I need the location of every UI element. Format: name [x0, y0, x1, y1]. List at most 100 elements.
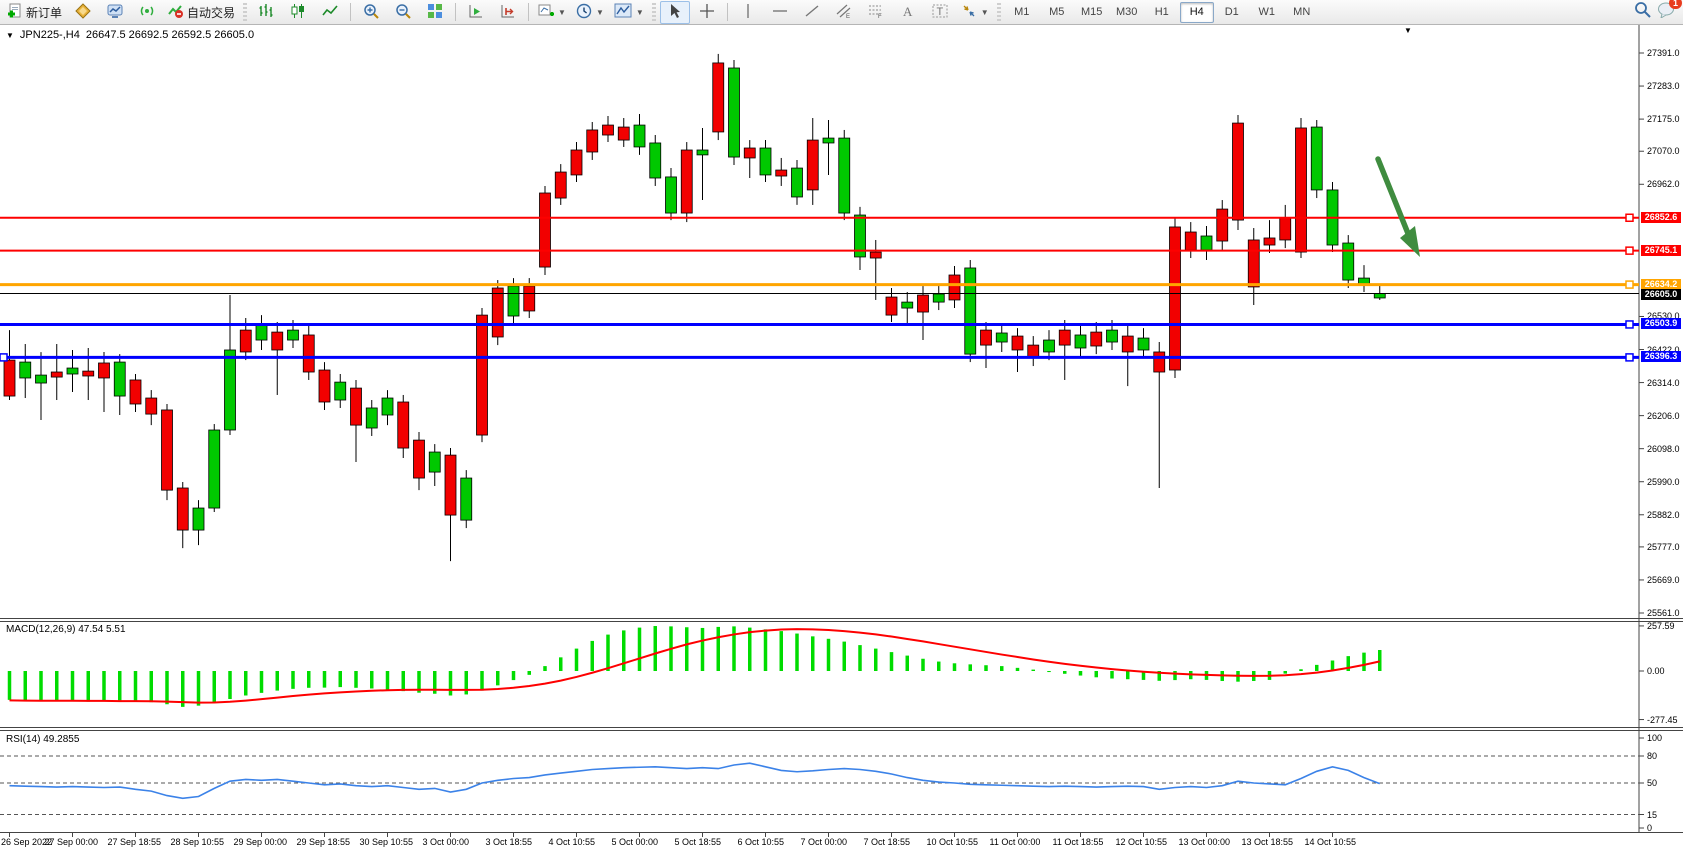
new-order-button[interactable]: 新订单	[3, 1, 66, 24]
timeframe-w1[interactable]: W1	[1250, 2, 1284, 23]
horizontal-line-tool[interactable]	[765, 1, 795, 24]
trendline-tool[interactable]	[797, 1, 827, 24]
tile-windows-icon	[427, 3, 443, 22]
candle-body	[1185, 232, 1196, 250]
periods-button[interactable]: ▼	[572, 1, 608, 24]
channel-icon: E	[836, 3, 852, 22]
candle-body	[1044, 340, 1055, 352]
tester-play-icon	[468, 3, 484, 22]
timeframe-h4[interactable]: H4	[1180, 2, 1214, 23]
collapse-ohlc-icon[interactable]: ▼	[6, 31, 14, 40]
market-watch-button[interactable]	[100, 1, 130, 24]
candle-body	[776, 170, 787, 176]
toolbar-separator	[727, 3, 728, 21]
candle-body	[1012, 336, 1023, 350]
dropdown-caret-icon[interactable]: ▼	[981, 8, 989, 17]
candle-body	[1075, 335, 1086, 348]
tile-windows-button[interactable]	[420, 1, 450, 24]
candle-body	[1059, 330, 1070, 345]
hline-handle[interactable]	[1626, 214, 1633, 221]
candle-body	[351, 388, 362, 425]
text-label-icon: T	[932, 3, 948, 22]
candle-body	[540, 193, 551, 267]
shapes-arrows-icon	[961, 3, 977, 22]
equidistant-channel-tool[interactable]: E	[829, 1, 859, 24]
annotation-arrowhead[interactable]	[1400, 226, 1420, 257]
candle-body	[1343, 243, 1354, 280]
crosshair-icon	[699, 3, 715, 22]
candle-body	[1296, 128, 1307, 252]
candle-body	[193, 508, 204, 530]
candle-body	[1374, 294, 1385, 298]
candle-body	[99, 363, 110, 378]
chart-title-row: ▼ JPN225-,H4 26647.5 26692.5 26592.5 266…	[6, 29, 254, 41]
timeframe-m15[interactable]: M15	[1075, 2, 1109, 23]
dropdown-caret-icon[interactable]: ▼	[636, 8, 644, 17]
timeframe-m30[interactable]: M30	[1110, 2, 1144, 23]
dropdown-caret-icon[interactable]: ▼	[596, 8, 604, 17]
annotation-arrow[interactable]	[1378, 159, 1409, 236]
fibonacci-tool[interactable]: F	[861, 1, 891, 24]
candle-body	[492, 288, 503, 337]
auto-trading-icon	[168, 3, 184, 22]
dropdown-caret-icon[interactable]: ▼	[558, 8, 566, 17]
new-chart-button[interactable]: ▼	[534, 1, 570, 24]
new-order-icon	[7, 3, 23, 22]
hline-handle[interactable]	[0, 354, 7, 361]
strategy-tester-button[interactable]	[461, 1, 491, 24]
candle-body	[949, 275, 960, 300]
cursor-button[interactable]	[660, 1, 690, 24]
chart-window: ▼ JPN225-,H4 26647.5 26692.5 26592.5 266…	[0, 25, 1683, 854]
candle-body	[146, 398, 157, 414]
search-icon[interactable]	[1634, 1, 1651, 23]
signals-button[interactable]	[132, 1, 162, 24]
candlestick-chart-button[interactable]	[283, 1, 313, 24]
zoom-out-button[interactable]	[388, 1, 418, 24]
candle-body	[508, 286, 519, 316]
text-tool[interactable]: A	[893, 1, 923, 24]
candle-body	[1217, 209, 1228, 241]
chart-shift-marker-icon[interactable]: ▼	[1404, 26, 1412, 35]
candle-body	[303, 335, 314, 372]
rsi-label-row: RSI(14) 49.2855	[6, 734, 79, 745]
timeframe-m1[interactable]: M1	[1005, 2, 1039, 23]
step-forward-button[interactable]	[493, 1, 523, 24]
auto-trading-button[interactable]: 自动交易	[164, 1, 239, 24]
candle-body	[713, 63, 724, 132]
svg-text:E: E	[846, 14, 850, 19]
candle-body	[1122, 336, 1133, 352]
candle-body	[760, 148, 771, 175]
chart-canvas[interactable]	[0, 25, 1683, 854]
timeframe-d1[interactable]: D1	[1215, 2, 1249, 23]
candle-body	[555, 172, 566, 198]
svg-text:A: A	[903, 4, 913, 18]
hline-handle[interactable]	[1626, 354, 1633, 361]
vertical-line-tool[interactable]	[733, 1, 763, 24]
rsi-label: RSI(14)	[6, 734, 40, 745]
timeframe-h1[interactable]: H1	[1145, 2, 1179, 23]
new-chart-icon	[538, 3, 554, 22]
candle-body	[681, 150, 692, 213]
arrows-tool[interactable]: ▼	[957, 1, 993, 24]
timeframe-mn[interactable]: MN	[1285, 2, 1319, 23]
candle-body	[918, 295, 929, 312]
zoom-in-button[interactable]	[356, 1, 386, 24]
notifications-button[interactable]: 1	[1657, 2, 1675, 23]
crosshair-button[interactable]	[692, 1, 722, 24]
candle-body	[603, 125, 614, 135]
candle-body	[744, 148, 755, 158]
depth-of-market-button[interactable]	[68, 1, 98, 24]
line-chart-button[interactable]	[315, 1, 345, 24]
candle-body	[130, 380, 141, 404]
candle-body	[51, 372, 62, 377]
zoom-out-icon	[395, 3, 411, 22]
hline-handle[interactable]	[1626, 247, 1633, 254]
candle-body	[729, 68, 740, 157]
toolbar-separator	[528, 3, 529, 21]
hline-handle[interactable]	[1626, 321, 1633, 328]
chart-profiles-button[interactable]: ▼	[610, 1, 648, 24]
bar-chart-button[interactable]	[251, 1, 281, 24]
timeframe-m5[interactable]: M5	[1040, 2, 1074, 23]
text-label-tool[interactable]: T	[925, 1, 955, 24]
hline-handle[interactable]	[1626, 281, 1633, 288]
